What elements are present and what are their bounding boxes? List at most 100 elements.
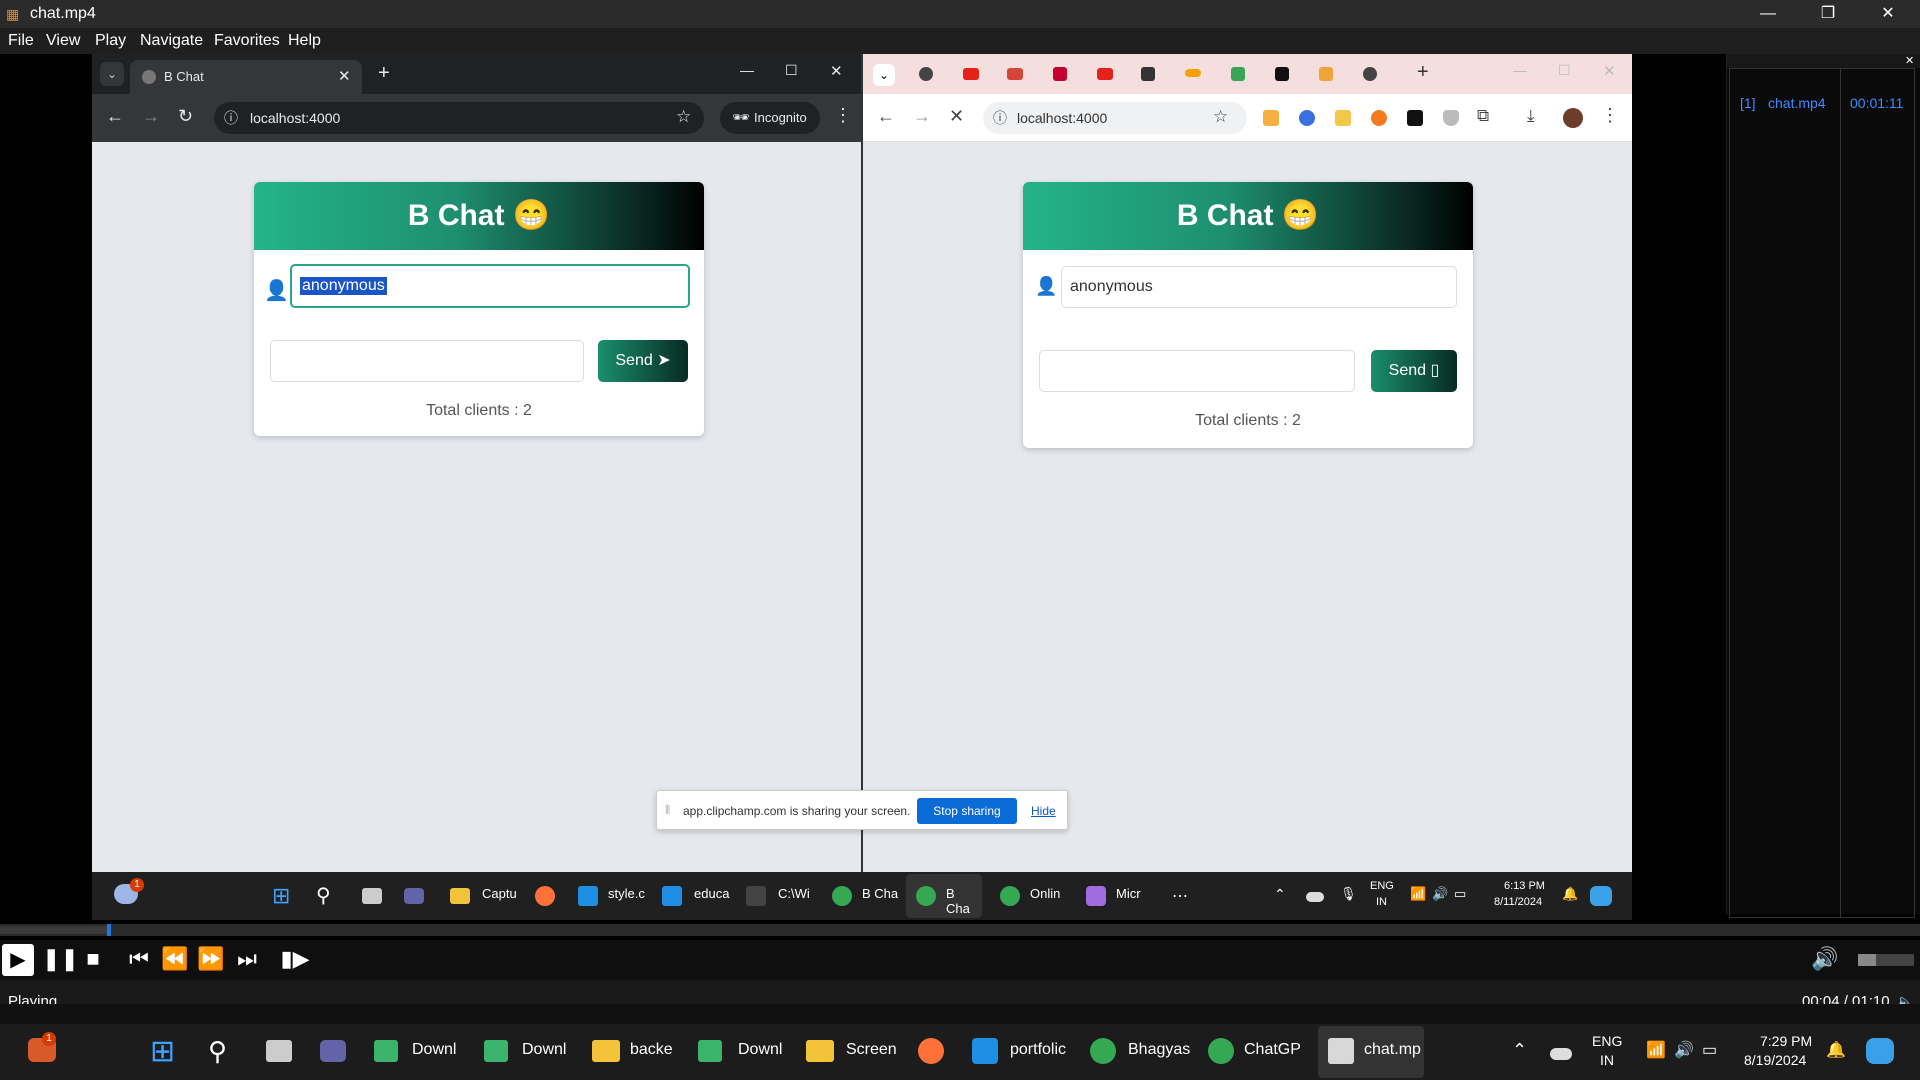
clock-time[interactable]: 7:29 PM: [1760, 1033, 1812, 1049]
inner-overflow-icon[interactable]: ⋯: [1172, 886, 1188, 906]
menu-play[interactable]: Play: [95, 32, 126, 50]
inner-region[interactable]: IN: [1376, 896, 1387, 908]
playlist-entry-index[interactable]: [1]: [1740, 95, 1756, 111]
extension-shield-icon[interactable]: [1443, 110, 1459, 126]
incognito-badge[interactable]: 🕶 Incognito: [720, 102, 820, 134]
wifi-icon[interactable]: 📶: [1646, 1040, 1666, 1060]
extension-3-icon[interactable]: [1335, 110, 1351, 126]
right-tab-search-icon[interactable]: ⌄: [873, 64, 895, 86]
inner-task-5[interactable]: B Cha: [862, 886, 898, 901]
pinned-tab-jd-icon[interactable]: [1319, 67, 1333, 81]
left-close-icon[interactable]: ✕: [830, 62, 843, 80]
right-message-input[interactable]: [1039, 350, 1355, 392]
menu-view[interactable]: View: [46, 32, 80, 50]
clock-date[interactable]: 8/19/2024: [1744, 1052, 1806, 1068]
extension-t-icon[interactable]: [1407, 110, 1423, 126]
tray-chevron-icon[interactable]: ⌃: [1512, 1040, 1527, 1061]
reload-icon[interactable]: ↻: [178, 106, 193, 127]
right-menu-icon[interactable]: ⋮: [1601, 105, 1619, 126]
download-app-icon-3[interactable]: [698, 1040, 722, 1062]
copilot-icon[interactable]: [1866, 1038, 1894, 1064]
volume-icon[interactable]: 🔊: [1810, 946, 1840, 972]
inner-time[interactable]: 6:13 PM: [1504, 880, 1545, 892]
firefox-icon[interactable]: [918, 1038, 944, 1064]
pinned-tab-wave-icon[interactable]: [1185, 69, 1201, 77]
right-back-icon[interactable]: ←: [877, 106, 895, 127]
right-send-button[interactable]: Send ▯: [1371, 350, 1457, 392]
extension-1-icon[interactable]: [1263, 110, 1279, 126]
search-icon[interactable]: ⚲: [208, 1036, 227, 1067]
inner-vscode-icon[interactable]: [578, 886, 598, 906]
profile-avatar[interactable]: [1563, 108, 1583, 128]
chrome-icon-2[interactable]: [1208, 1038, 1234, 1064]
chrome-icon-1[interactable]: [1090, 1038, 1116, 1064]
drag-handle-icon[interactable]: ⦀: [665, 803, 670, 818]
pinned-tab-angular-icon[interactable]: [1053, 67, 1067, 81]
tab-bchat[interactable]: B Chat ✕: [130, 60, 362, 94]
lang[interactable]: ENG: [1592, 1033, 1622, 1049]
hide-link[interactable]: Hide: [1031, 804, 1056, 818]
inner-notification-icon[interactable]: 🔔: [1562, 886, 1578, 902]
right-new-tab-icon[interactable]: +: [1417, 61, 1429, 84]
rewind-icon[interactable]: ⏪: [160, 946, 190, 972]
menu-navigate[interactable]: Navigate: [140, 32, 203, 50]
inner-vscode2-icon[interactable]: [662, 886, 682, 906]
left-minimize-icon[interactable]: —: [740, 62, 754, 78]
pinned-tab-youtube2-icon[interactable]: [1097, 68, 1113, 80]
inner-chrome-icon[interactable]: [832, 886, 852, 906]
inner-taskview-icon[interactable]: [362, 888, 382, 904]
download-app-icon-1[interactable]: [374, 1040, 398, 1062]
inner-clipchamp-icon[interactable]: [1086, 886, 1106, 906]
taskbar-item-1[interactable]: Downl: [412, 1041, 456, 1059]
inner-start-icon[interactable]: ⊞: [272, 883, 290, 909]
inner-date[interactable]: 8/11/2024: [1494, 896, 1542, 908]
battery-icon[interactable]: ▭: [1702, 1040, 1717, 1060]
teams-icon[interactable]: [320, 1040, 346, 1062]
inner-task-7[interactable]: Onlin: [1030, 886, 1060, 901]
pinned-tab-shield-icon[interactable]: [1141, 67, 1155, 81]
inner-task-4[interactable]: C:\Wi: [778, 886, 810, 901]
left-address-bar[interactable]: ⓘ localhost:4000 ☆: [214, 102, 704, 134]
left-send-button[interactable]: Send ➤: [598, 340, 688, 382]
inner-lang[interactable]: ENG: [1370, 880, 1394, 892]
right-name-input[interactable]: anonymous: [1061, 266, 1457, 308]
playlist-entry-duration[interactable]: 00:01:11: [1850, 95, 1903, 111]
forward-icon[interactable]: →: [142, 106, 160, 127]
extensions-puzzle-icon[interactable]: ⧉: [1477, 106, 1489, 126]
onedrive-icon[interactable]: [1550, 1048, 1572, 1060]
new-tab-icon[interactable]: +: [378, 62, 390, 85]
taskbar-item-5[interactable]: Screen: [846, 1041, 897, 1059]
extension-2-icon[interactable]: [1299, 110, 1315, 126]
left-maximize-icon[interactable]: ☐: [785, 62, 798, 79]
inner-tray-chevron-icon[interactable]: ⌃: [1274, 886, 1286, 903]
pinned-tab-gmail-icon[interactable]: [1007, 68, 1023, 80]
restore-icon[interactable]: ❐: [1808, 2, 1848, 26]
inner-terminal-icon[interactable]: [746, 886, 766, 906]
seek-bar[interactable]: [0, 924, 1920, 936]
menu-help[interactable]: Help: [288, 32, 321, 50]
right-bookmark-star-icon[interactable]: ☆: [1213, 107, 1228, 127]
inner-firefox-icon[interactable]: [535, 886, 555, 906]
stop-icon[interactable]: ■: [78, 946, 108, 972]
right-address-bar[interactable]: ⓘ localhost:4000 ☆: [983, 102, 1247, 134]
fast-forward-icon[interactable]: ⏩: [196, 946, 226, 972]
left-menu-icon[interactable]: ⋮: [834, 105, 852, 126]
right-site-info-icon[interactable]: ⓘ: [993, 108, 1007, 128]
folder-icon-1[interactable]: [592, 1040, 620, 1062]
notification-bell-icon[interactable]: 🔔: [1826, 1040, 1846, 1060]
active-task-player[interactable]: chat.mp: [1318, 1026, 1424, 1078]
site-info-icon[interactable]: ⓘ: [224, 108, 238, 128]
frame-step-icon[interactable]: ▮▶: [280, 946, 310, 972]
inner-task-2[interactable]: style.c: [608, 886, 645, 901]
right-maximize-icon[interactable]: ☐: [1558, 62, 1571, 79]
menu-file[interactable]: File: [8, 32, 34, 50]
inner-onedrive-icon[interactable]: [1306, 892, 1324, 902]
taskbar-item-6[interactable]: portfolic: [1010, 1041, 1066, 1059]
inner-active-task[interactable]: B Cha: [906, 874, 982, 918]
minimize-icon[interactable]: —: [1748, 2, 1788, 26]
pinned-tab-leaf-icon[interactable]: [1231, 67, 1245, 81]
region[interactable]: IN: [1600, 1052, 1614, 1068]
back-icon[interactable]: ←: [106, 106, 124, 127]
stop-loading-icon[interactable]: ✕: [949, 106, 964, 127]
menu-favorites[interactable]: Favorites: [214, 32, 280, 50]
